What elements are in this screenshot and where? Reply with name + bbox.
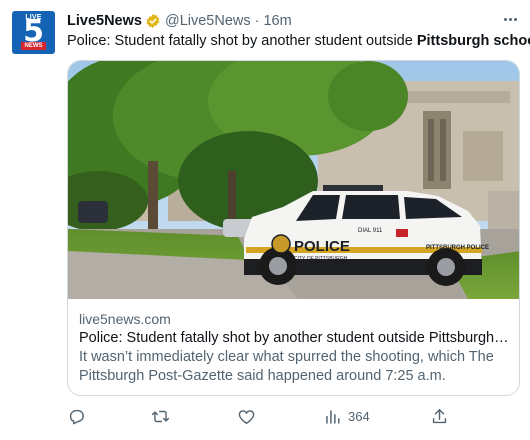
timestamp[interactable]: 16m [263, 13, 291, 29]
tweet-text-main: Police: Student fatally shot by another … [67, 33, 417, 49]
share-icon [432, 408, 447, 423]
views-button[interactable]: 364 [323, 404, 370, 428]
verified-badge-icon[interactable] [145, 13, 161, 29]
more-dot-icon [513, 17, 517, 21]
avatar-bottom-text: NEWS [21, 42, 46, 50]
link-card[interactable]: POLICE CITY OF PITTSBURGH PITTSBURGH POL… [67, 60, 520, 396]
tweet-text-bold: Pittsburgh school [416, 33, 530, 49]
card-description: It wasn’t immediately clear what spurred… [79, 349, 494, 384]
card-domain[interactable]: live5news.com [79, 310, 511, 329]
tweet-article[interactable]: LIVE 5 NEWS Live5News @Live5News · 16m P… [0, 0, 530, 440]
reply-button[interactable] [67, 404, 86, 428]
tweet-text: Police: Student fatally shot by another … [67, 32, 530, 50]
card-meta[interactable]: live5news.com Police: Student fatally sh… [79, 310, 511, 386]
police-door-sub: CITY OF PITTSBURGH [294, 256, 348, 262]
separator-dot: · [254, 13, 260, 29]
police-door-label: POLICE [294, 238, 350, 255]
display-name[interactable]: Live5News [67, 13, 142, 29]
more-dot-icon [503, 17, 507, 21]
action-bar: 364 [0, 404, 530, 428]
card-image[interactable]: POLICE CITY OF PITTSBURGH PITTSBURGH POL… [68, 61, 519, 299]
police-dial-label: DIAL 911 [358, 228, 383, 234]
retweet-icon [151, 410, 170, 422]
user-handle[interactable]: @Live5News [165, 13, 251, 29]
avatar[interactable]: LIVE 5 NEWS [12, 11, 55, 54]
reply-icon [69, 409, 84, 424]
retweet-button[interactable] [151, 404, 170, 428]
share-button[interactable] [430, 404, 449, 428]
police-car-photo: POLICE CITY OF PITTSBURGH PITTSBURGH POL… [68, 61, 519, 299]
views-icon [326, 409, 340, 424]
heart-icon [238, 409, 255, 424]
tweet-header: Live5News @Live5News · 16m [67, 12, 292, 30]
views-count: 364 [348, 408, 370, 424]
more-dot-icon [508, 17, 512, 21]
card-title[interactable]: Police: Student fatally shot by another … [79, 329, 511, 347]
like-button[interactable] [237, 404, 256, 428]
more-options-button[interactable] [499, 9, 521, 29]
police-rear-label: PITTSBURGH POLICE [426, 245, 489, 251]
